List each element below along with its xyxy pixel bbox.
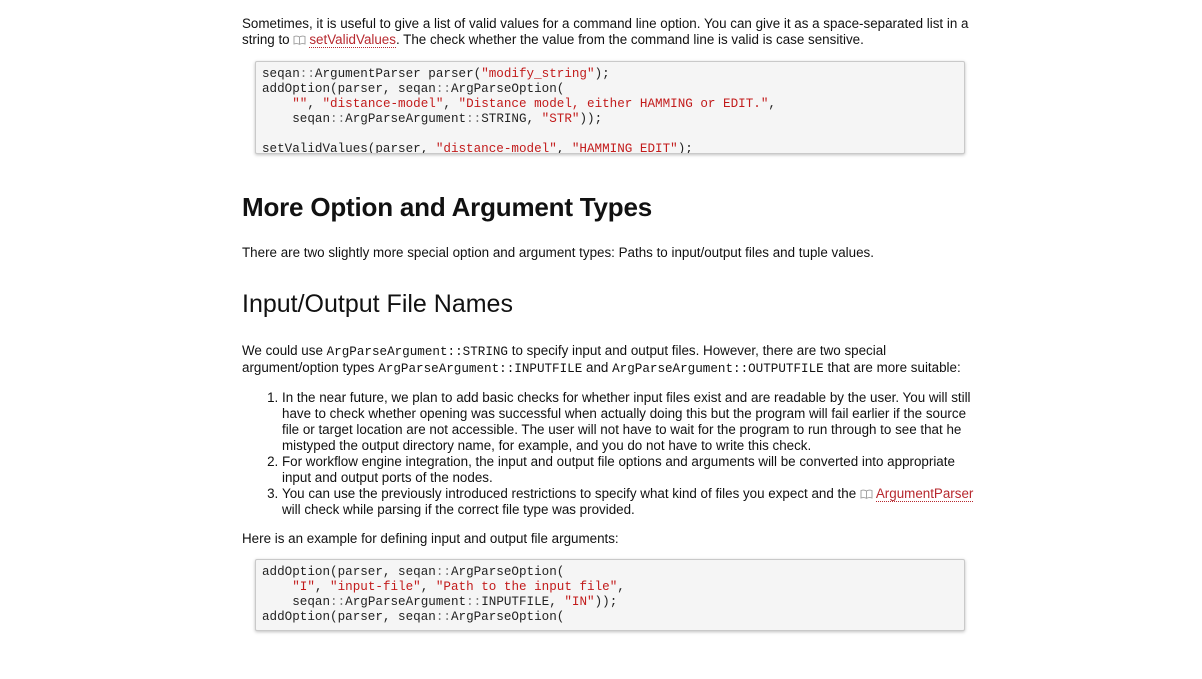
list-item: You can use the previously introduced re… [282,486,977,518]
more-types-paragraph: There are two slightly more special opti… [242,245,874,260]
list-item: In the near future, we plan to add basic… [282,390,977,454]
intro-paragraph: Sometimes, it is useful to give a list o… [242,16,969,48]
io-paragraph: We could use ArgParseArgument::STRING to… [242,343,961,376]
subsection-heading-io-files: Input/Output File Names [242,290,513,318]
document-body: Sometimes, it is useful to give a list o… [242,16,977,631]
example-paragraph: Here is an example for defining input an… [242,531,619,546]
inline-code-outputfile: ArgParseArgument::OUTPUTFILE [612,362,824,376]
book-icon [860,489,873,499]
section-heading-more-types: More Option and Argument Types [242,192,653,222]
setvalidvalues-link[interactable]: setValidValues [309,32,396,48]
code-block-file-arguments: addOption(parser, seqan::ArgParseOption(… [255,559,965,631]
inline-code-string: ArgParseArgument::STRING [326,345,508,359]
list-item: For workflow engine integration, the inp… [282,454,977,486]
book-icon [293,35,306,45]
argumentparser-link[interactable]: ArgumentParser [875,486,974,502]
inline-code-inputfile: ArgParseArgument::INPUTFILE [378,362,583,376]
intro-text-after: . The check whether the value from the c… [395,32,864,47]
file-type-reasons-list: In the near future, we plan to add basic… [242,390,977,518]
code-block-valid-values: seqan::ArgumentParser parser("modify_str… [255,61,965,154]
